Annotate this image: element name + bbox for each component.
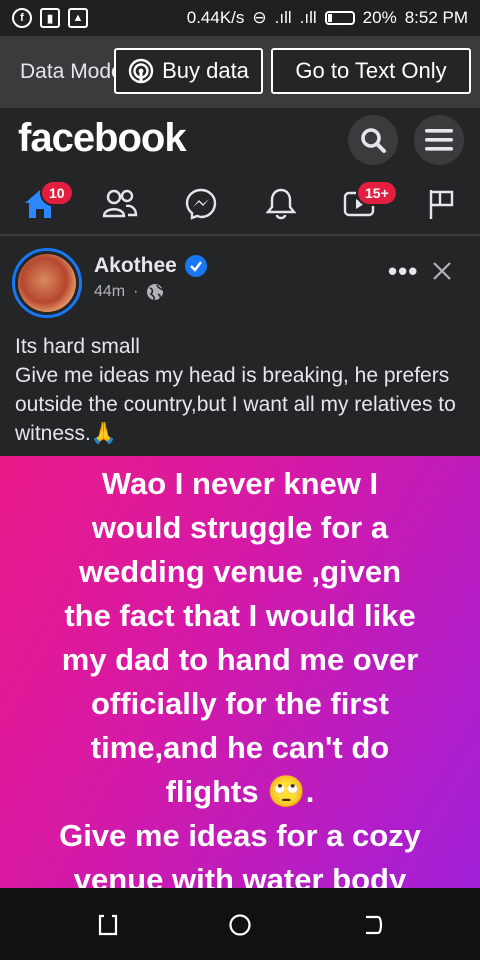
tab-home[interactable]: 10 <box>20 180 74 224</box>
image-text-line: Wao I never knew I <box>101 466 379 501</box>
friends-icon <box>102 189 138 218</box>
close-post-button[interactable] <box>432 256 452 288</box>
sim-icon: ▮ <box>40 8 60 28</box>
image-text-line: my dad to hand me over <box>61 642 419 677</box>
network-speed: 0.44K/s <box>186 8 245 27</box>
buy-data-label: Buy data <box>162 58 249 83</box>
post-meta: 44m · <box>94 283 164 301</box>
image-text-line: wedding venue ,given <box>78 554 402 589</box>
signal-icon-2: .ıll <box>299 8 317 27</box>
meta-separator: · <box>133 283 139 300</box>
post-text-line: Its hard small <box>15 335 140 358</box>
image-text-line: Give me ideas for a cozy <box>59 818 421 853</box>
image-text-line: the fact that I would like <box>64 598 416 633</box>
author-name: Akothee <box>94 254 177 277</box>
image-text-line: venue with water body <box>73 862 407 888</box>
close-icon <box>433 262 451 280</box>
home-badge: 10 <box>40 180 74 206</box>
clock: 8:52 PM <box>404 8 468 27</box>
more-options-button[interactable]: ••• <box>388 256 418 287</box>
battery-icon <box>324 11 355 25</box>
system-nav-bar <box>0 888 480 960</box>
messenger-icon <box>185 188 217 220</box>
tab-friends[interactable] <box>100 184 140 224</box>
author-avatar[interactable] <box>12 248 82 318</box>
broadcast-icon <box>128 58 154 84</box>
status-bar: f ▮ ▲ 0.44K/s ⊖ .ıll .ıll 20% 8:52 PM <box>0 0 480 36</box>
search-icon <box>361 128 386 153</box>
back-icon[interactable] <box>362 913 386 937</box>
signal-icon: .ıll <box>274 8 292 27</box>
post-author[interactable]: Akothee <box>94 254 207 278</box>
tab-pages[interactable] <box>421 184 461 224</box>
post-time[interactable]: 44m <box>94 283 125 301</box>
video-badge: 15+ <box>356 180 398 206</box>
tab-messenger[interactable] <box>181 184 221 224</box>
text-only-label: Go to Text Only <box>295 58 447 83</box>
post-text: Its hard small Give me ideas my head is … <box>15 332 465 448</box>
dnd-icon: ⊖ <box>252 8 267 27</box>
battery-percent: 20% <box>362 8 397 27</box>
app-header: facebook <box>0 108 480 170</box>
hamburger-icon <box>425 129 453 151</box>
tab-notifications[interactable] <box>261 184 301 224</box>
image-text-line: time,and he can't do <box>90 730 390 765</box>
image-text: Wao I never knew I would struggle for a … <box>0 456 480 888</box>
buy-data-button[interactable]: Buy data <box>114 48 263 94</box>
flag-icon <box>429 190 454 219</box>
globe-icon <box>147 284 164 301</box>
text-only-button[interactable]: Go to Text Only <box>271 48 471 94</box>
post-image[interactable]: Wao I never knew I would struggle for a … <box>0 456 480 888</box>
gallery-icon: ▲ <box>68 8 88 28</box>
facebook-logo[interactable]: facebook <box>18 116 187 161</box>
data-mode-bar: Data Mode Buy data Go to Text Only <box>0 36 480 108</box>
menu-button[interactable] <box>414 115 464 165</box>
recents-icon[interactable] <box>96 913 120 937</box>
data-mode-label: Data Mode <box>20 60 114 83</box>
verified-badge-icon <box>184 255 207 277</box>
search-button[interactable] <box>348 115 398 165</box>
image-text-line: flights 🙄. <box>165 774 315 809</box>
image-text-line: officially for the first <box>91 686 389 721</box>
facebook-notification-icon: f <box>12 8 32 28</box>
home-nav-icon[interactable] <box>228 913 252 937</box>
image-text-line: would struggle for a <box>91 510 389 545</box>
tab-video[interactable]: 15+ <box>340 180 398 224</box>
avatar-image <box>18 254 76 312</box>
bell-icon <box>265 188 297 220</box>
nav-bar: 10 15+ <box>0 170 480 236</box>
post-text-line: Give me ideas my head is breaking, he pr… <box>15 364 456 445</box>
